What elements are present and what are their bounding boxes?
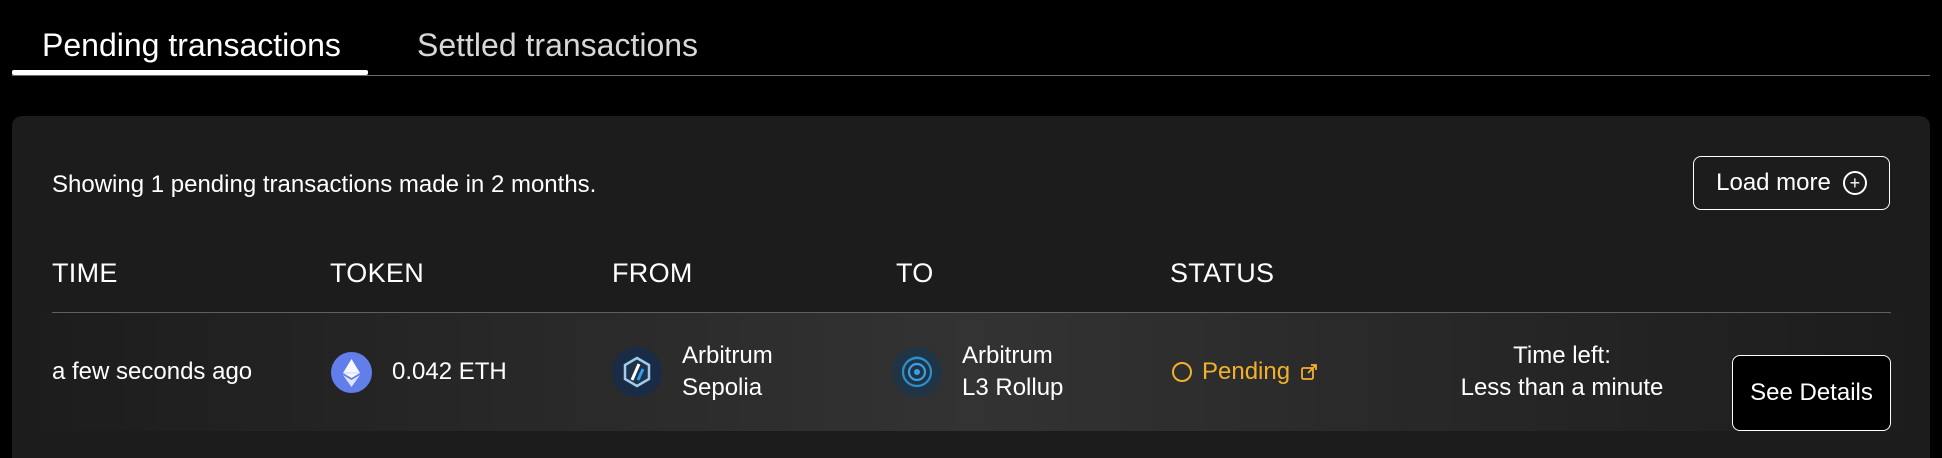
tab-pending-transactions[interactable]: Pending transactions	[42, 25, 341, 65]
to-chain-line2: L3 Rollup	[962, 374, 1064, 401]
from-chain-line1: Arbitrum	[682, 342, 773, 369]
time-left-label: Time left:	[1513, 342, 1611, 369]
transactions-summary: Showing 1 pending transactions made in 2…	[52, 171, 597, 198]
to-chain-name: Arbitrum L3 Rollup	[962, 340, 1063, 404]
status-label: Pending	[1202, 358, 1291, 385]
status-pending-link[interactable]: Pending	[1172, 356, 1318, 388]
load-more-button[interactable]: Load more +	[1693, 156, 1890, 210]
plus-circle-icon: +	[1842, 171, 1867, 195]
time-left-value: Less than a minute	[1460, 374, 1664, 401]
tab-settled-transactions[interactable]: Settled transactions	[417, 25, 698, 65]
to-chain-line1: Arbitrum	[962, 342, 1053, 369]
load-more-label: Load more	[1716, 169, 1831, 196]
time-left: Time left: Less than a minute	[1432, 340, 1692, 404]
rollup-chain-icon	[892, 347, 942, 397]
transaction-tabs: Pending transactions Settled transaction…	[12, 0, 1930, 76]
from-chain-name: Arbitrum Sepolia	[682, 340, 773, 404]
column-header-status: STATUS	[1170, 258, 1275, 288]
ethereum-icon	[331, 352, 372, 393]
from-chain-line2: Sepolia	[682, 374, 763, 401]
external-link-icon	[1301, 364, 1317, 380]
see-details-button[interactable]: See Details	[1732, 355, 1891, 431]
table-row: a few seconds ago 0.042 ETH Arbitrum Sep…	[12, 313, 1930, 431]
column-header-time: TIME	[52, 258, 118, 288]
column-header-to: TO	[896, 258, 934, 288]
column-header-token: TOKEN	[330, 258, 425, 288]
pending-circle-icon	[1172, 362, 1192, 382]
token-amount: 0.042 ETH	[392, 358, 507, 385]
arbitrum-icon	[612, 347, 662, 397]
column-header-from: FROM	[612, 258, 693, 288]
transaction-time: a few seconds ago	[52, 358, 253, 385]
active-tab-indicator	[12, 70, 368, 75]
transactions-panel: Showing 1 pending transactions made in 2…	[12, 116, 1930, 458]
